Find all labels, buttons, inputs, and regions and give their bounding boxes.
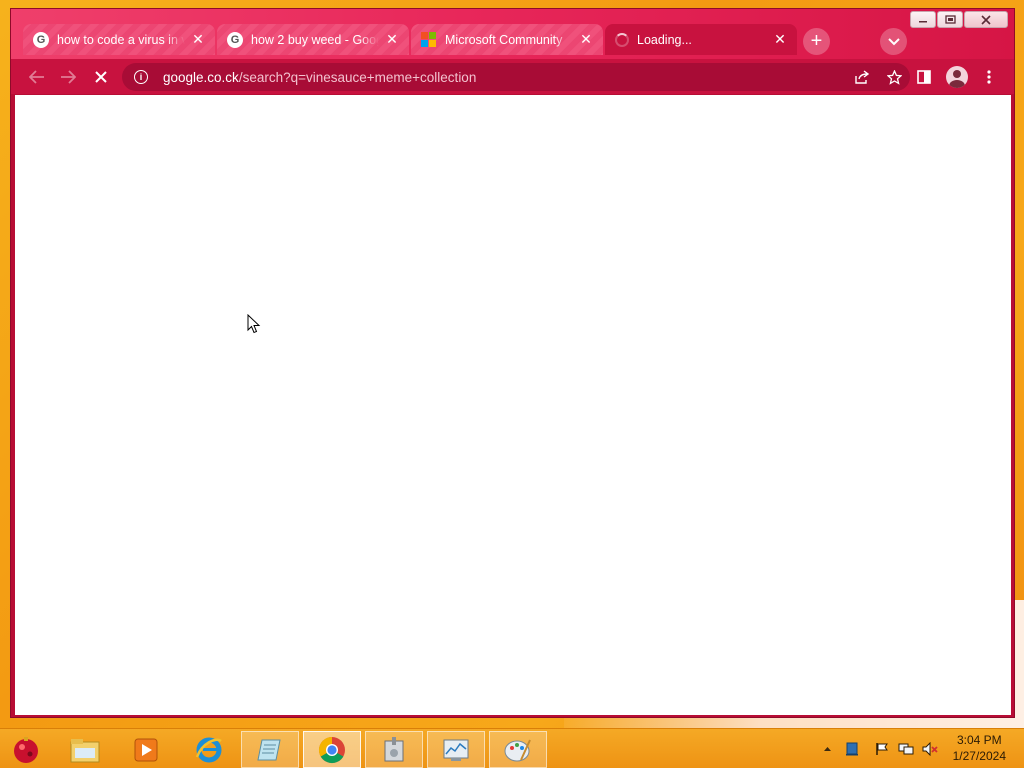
- browser-window: G how to code a virus in v ✕ G how 2 buy…: [10, 8, 1015, 718]
- start-button[interactable]: [0, 731, 52, 768]
- action-center-flag-icon: [876, 743, 888, 755]
- google-icon: G: [227, 31, 243, 48]
- internet-explorer-icon: [195, 737, 222, 762]
- share-icon: [855, 70, 870, 84]
- display-tray-icon[interactable]: [843, 740, 861, 758]
- tab-search-button[interactable]: [880, 28, 907, 55]
- minimize-button[interactable]: [910, 11, 936, 28]
- network-icon: [898, 743, 914, 755]
- taskbar-media-player[interactable]: [117, 731, 175, 768]
- microsoft-logo-icon: [421, 31, 437, 48]
- window-caption-buttons: [910, 11, 1008, 29]
- tab-microsoft-community[interactable]: Microsoft Community ✕: [411, 24, 603, 55]
- media-player-icon: [134, 738, 158, 761]
- google-icon: G: [33, 31, 49, 48]
- tab-weed-search[interactable]: G how 2 buy weed - Goog ✕: [217, 24, 409, 55]
- volume-muted-icon: [922, 742, 938, 756]
- tab-title: how to code a virus in v: [57, 32, 185, 47]
- close-tab-icon[interactable]: ✕: [191, 31, 205, 48]
- loading-spinner-icon: [615, 32, 629, 47]
- task-manager-icon: [443, 739, 469, 761]
- forward-button[interactable]: [54, 59, 82, 94]
- profile-avatar-icon: [946, 65, 968, 88]
- taskbar-chrome[interactable]: [303, 731, 361, 768]
- plus-icon: +: [810, 30, 823, 52]
- forward-arrow-icon: [61, 69, 76, 84]
- back-arrow-icon: [29, 69, 44, 84]
- action-center-tray-icon[interactable]: [873, 740, 891, 758]
- side-panel-button[interactable]: [910, 59, 938, 94]
- network-tray-icon[interactable]: [897, 740, 915, 758]
- site-info-icon[interactable]: i: [134, 70, 148, 84]
- close-button[interactable]: [964, 11, 1008, 28]
- taskbar-paint[interactable]: [489, 731, 547, 768]
- tab-title: how 2 buy weed - Goog: [251, 32, 379, 47]
- share-button[interactable]: [850, 63, 874, 91]
- tab-strip: G how to code a virus in v ✕ G how 2 buy…: [11, 9, 1014, 59]
- url-host: google.co.ck: [163, 69, 239, 85]
- taskbar-internet-explorer[interactable]: [180, 731, 238, 768]
- browser-toolbar: i google.co.ck/search?q=vinesauce+meme+c…: [11, 59, 1014, 94]
- profile-button[interactable]: [943, 59, 971, 94]
- taskbar-task-manager[interactable]: [427, 731, 485, 768]
- chevron-up-icon: [823, 747, 831, 751]
- volume-tray-icon[interactable]: [921, 740, 939, 758]
- file-explorer-icon: [70, 738, 100, 762]
- restore-icon: [944, 15, 956, 24]
- stop-loading-icon: [95, 70, 107, 83]
- close-icon: [981, 14, 991, 25]
- menu-button[interactable]: [975, 59, 1003, 94]
- restore-button[interactable]: [937, 11, 963, 28]
- taskbar-vault-app[interactable]: [365, 731, 423, 768]
- taskbar-file-explorer[interactable]: [56, 731, 114, 768]
- side-panel-icon: [917, 69, 931, 84]
- tab-list: G how to code a virus in v ✕ G how 2 buy…: [23, 24, 799, 55]
- chevron-down-icon: [887, 37, 900, 45]
- clock-time: 3:04 PM: [956, 733, 1002, 747]
- new-tab-button[interactable]: +: [803, 28, 830, 55]
- vault-app-icon: [384, 736, 404, 761]
- star-icon: [886, 69, 902, 85]
- taskbar-notepad[interactable]: [241, 731, 299, 768]
- show-hidden-icons-chevron[interactable]: [818, 740, 836, 758]
- bookmark-button[interactable]: [882, 63, 906, 91]
- chrome-icon: [318, 736, 345, 763]
- close-tab-icon[interactable]: ✕: [579, 31, 593, 48]
- clock-date: 1/27/2024: [952, 749, 1006, 763]
- tab-virus-search[interactable]: G how to code a virus in v ✕: [23, 24, 215, 55]
- kebab-menu-icon: [987, 69, 991, 84]
- notepad-icon: [257, 739, 281, 760]
- start-orb-icon: [14, 736, 38, 763]
- address-bar[interactable]: i google.co.ck/search?q=vinesauce+meme+c…: [122, 63, 910, 91]
- tab-title: Microsoft Community: [445, 32, 563, 47]
- close-tab-icon[interactable]: ✕: [773, 31, 787, 48]
- taskbar: [0, 728, 1024, 768]
- stop-button[interactable]: [87, 59, 115, 94]
- url-path: /search?q=vinesauce+meme+collection: [238, 69, 477, 85]
- mouse-cursor-icon: [247, 314, 261, 334]
- back-button[interactable]: [23, 59, 51, 94]
- tab-loading[interactable]: Loading... ✕: [605, 24, 797, 55]
- page-content-area[interactable]: [15, 95, 1011, 715]
- tab-title: Loading...: [637, 32, 692, 47]
- paint-icon: [504, 739, 531, 761]
- url-text[interactable]: google.co.ck/search?q=vinesauce+meme+col…: [163, 70, 476, 85]
- system-clock[interactable]: 3:04 PM 1/27/2024: [953, 732, 1006, 764]
- display-icon: [846, 742, 858, 756]
- close-tab-icon[interactable]: ✕: [385, 31, 399, 48]
- minimize-icon: [919, 20, 927, 22]
